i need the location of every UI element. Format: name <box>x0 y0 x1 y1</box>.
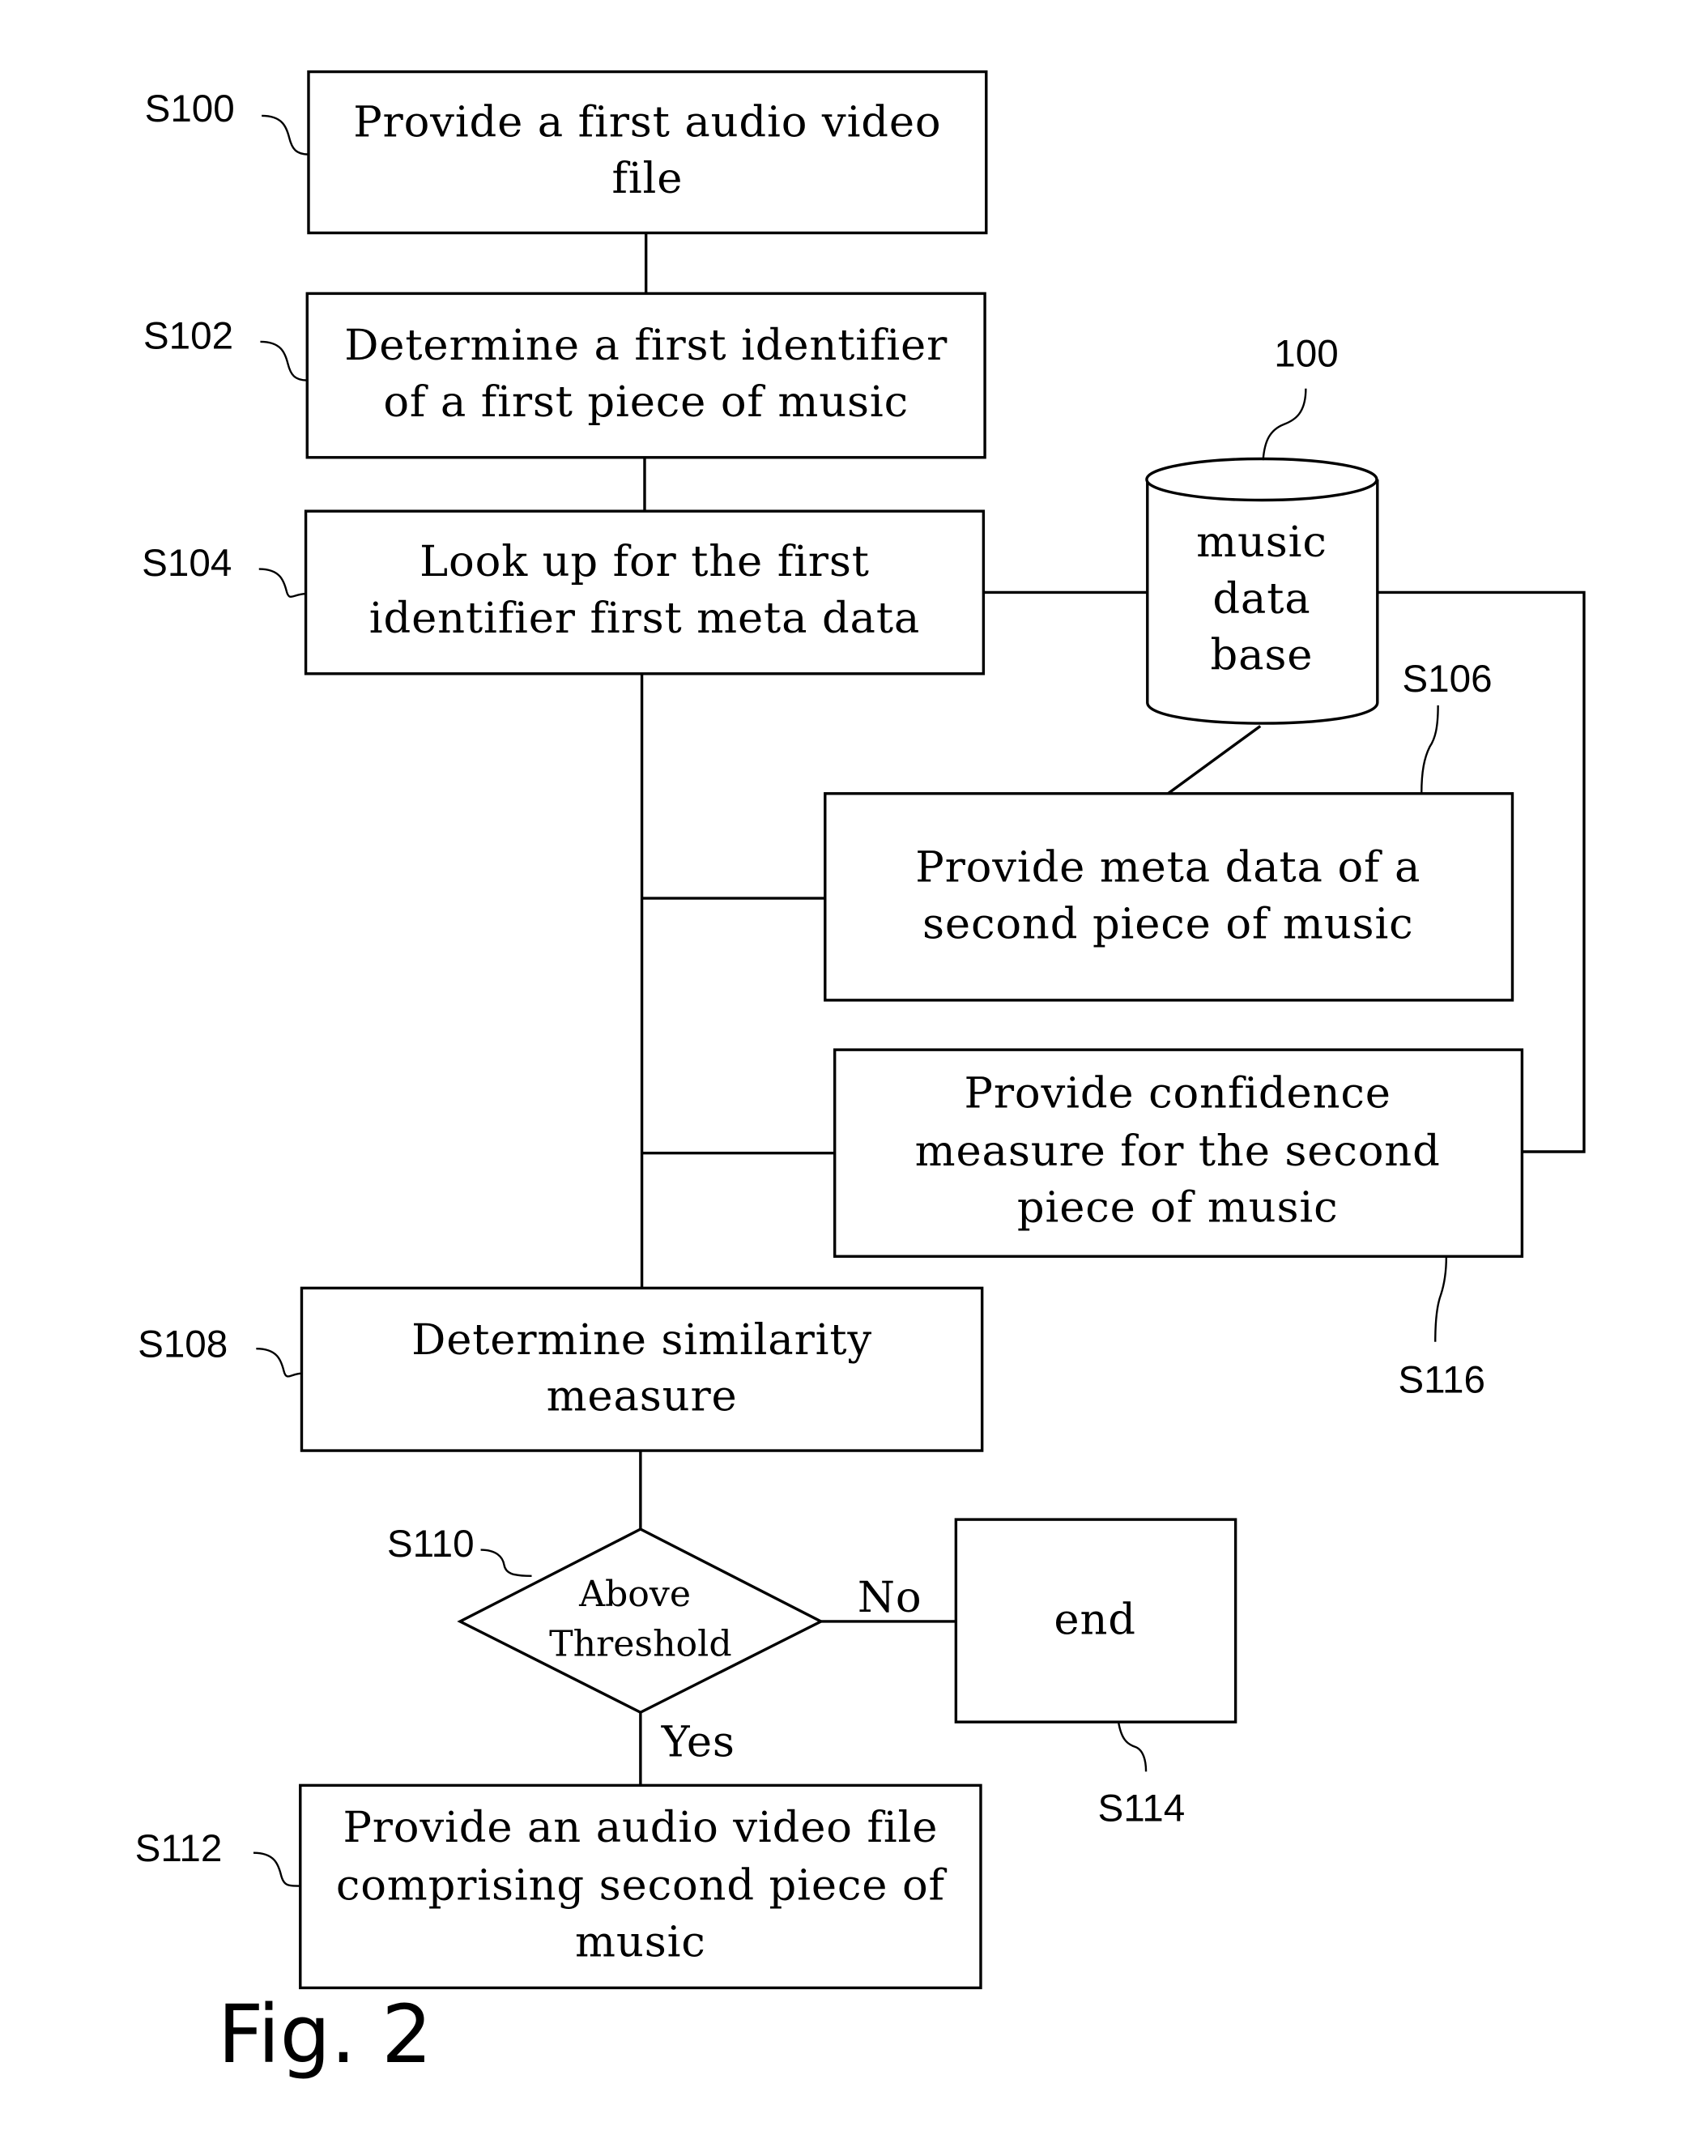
step-s116-line-3: piece of music <box>1017 1183 1339 1233</box>
branch-no-label: No <box>858 1573 922 1622</box>
step-s108-line-1: Determine similarity <box>411 1315 872 1365</box>
step-s114: end S114 <box>954 1518 1237 1830</box>
figure-label: Fig. 2 <box>218 1988 432 2081</box>
step-s104-box <box>304 509 986 675</box>
step-s102-leader <box>260 340 308 381</box>
step-s116-line-1: Provide confidence <box>965 1069 1391 1118</box>
database-leader <box>1262 388 1307 461</box>
database-line-2: data <box>1212 574 1310 624</box>
step-s112-line-1: Provide an audio video file <box>343 1803 938 1852</box>
connector-database-s106 <box>1167 725 1262 795</box>
decision-s110-line-2: Threshold <box>549 1623 732 1664</box>
decision-s110-leader <box>480 1549 532 1578</box>
database-line-1: music <box>1196 518 1327 567</box>
step-s100-leader <box>262 114 309 156</box>
step-s112-leader <box>253 1851 300 1887</box>
step-s114-line-1: end <box>1054 1595 1135 1644</box>
step-s112: Provide an audio video file comprising s… <box>135 1783 982 1990</box>
step-s102-line-1: Determine a first identifier <box>344 321 948 370</box>
step-s102-line-2: of a first piece of music <box>383 377 909 427</box>
step-s112-line-3: music <box>575 1917 706 1966</box>
decision-s110-diamond <box>457 1528 824 1715</box>
step-s102-ref: S102 <box>143 314 233 357</box>
step-s102-box <box>305 292 986 459</box>
step-s100: Provide a first audio video file S100 <box>145 70 988 235</box>
step-s104: Look up for the first identifier first m… <box>142 509 986 675</box>
decision-s110-line-1: Above <box>578 1574 691 1615</box>
database-cylinder-top <box>1145 457 1378 502</box>
step-s108-line-2: measure <box>547 1372 738 1421</box>
branch-yes-label: Yes <box>661 1718 735 1767</box>
step-s104-line-1: Look up for the first <box>420 537 870 586</box>
step-s108-ref: S108 <box>138 1323 228 1366</box>
step-s100-line-1: Provide a first audio video <box>353 97 941 147</box>
step-s106-line-2: second piece of music <box>922 899 1414 948</box>
step-s108-leader <box>256 1348 302 1378</box>
step-s114-ref: S114 <box>1098 1787 1186 1830</box>
step-s112-ref: S112 <box>135 1827 223 1870</box>
step-s106-box <box>824 792 1514 1002</box>
step-s112-line-2: comprising second piece of <box>336 1861 948 1911</box>
step-s104-line-2: identifier first meta data <box>369 594 920 643</box>
step-s116-ref: S116 <box>1398 1359 1485 1402</box>
step-s100-line-2: file <box>611 154 683 203</box>
decision-s110: Above Threshold S110 No Yes <box>387 1523 922 1767</box>
music-database: music data base 100 <box>1145 333 1379 725</box>
step-s106-line-1: Provide meta data of a <box>915 843 1420 893</box>
database-line-3: base <box>1211 631 1314 680</box>
step-s114-leader <box>1117 1721 1148 1772</box>
step-s106-ref: S106 <box>1402 658 1492 701</box>
step-s104-leader <box>258 568 306 599</box>
step-s106-leader <box>1420 705 1439 794</box>
database-ref: 100 <box>1274 333 1338 376</box>
step-s100-ref: S100 <box>145 87 235 130</box>
step-s100-box <box>307 70 988 235</box>
step-s102: Determine a first identifier of a first … <box>143 292 986 459</box>
step-s116-leader <box>1434 1256 1448 1342</box>
flowchart: Provide a first audio video file S100 De… <box>135 70 1586 2081</box>
step-s104-ref: S104 <box>142 542 232 585</box>
step-s108-box <box>300 1286 984 1452</box>
step-s108: Determine similarity measure S108 <box>138 1286 984 1452</box>
step-s116-line-2: measure for the second <box>915 1127 1441 1176</box>
decision-s110-ref: S110 <box>387 1523 475 1566</box>
